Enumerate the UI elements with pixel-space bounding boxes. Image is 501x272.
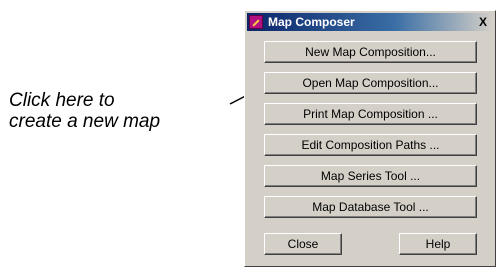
map-composer-icon [249, 15, 263, 29]
map-composer-dialog: Map Composer X New Map Composition... Op… [244, 10, 496, 267]
print-map-composition-button[interactable]: Print Map Composition ... [264, 103, 477, 125]
help-button[interactable]: Help [399, 233, 477, 255]
dialog-title: Map Composer [268, 15, 355, 29]
map-database-tool-button[interactable]: Map Database Tool ... [264, 196, 477, 218]
new-map-composition-button[interactable]: New Map Composition... [264, 41, 477, 63]
map-series-tool-button[interactable]: Map Series Tool ... [264, 165, 477, 187]
title-bar[interactable]: Map Composer X [247, 13, 493, 31]
close-button[interactable]: Close [264, 233, 342, 255]
open-map-composition-button[interactable]: Open Map Composition... [264, 72, 477, 94]
edit-composition-paths-button[interactable]: Edit Composition Paths ... [264, 134, 477, 156]
close-icon[interactable]: X [475, 15, 491, 29]
